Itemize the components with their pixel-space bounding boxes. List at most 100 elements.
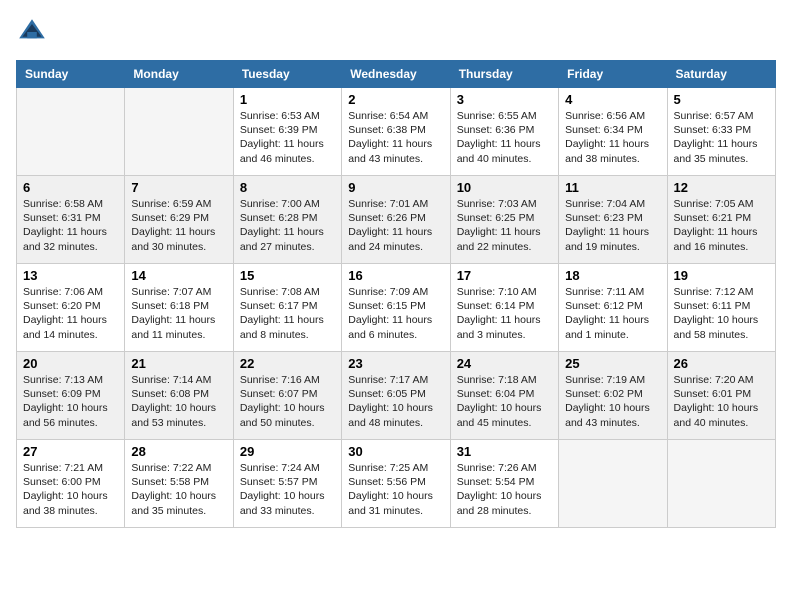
day-number: 14 — [131, 268, 226, 283]
day-number: 15 — [240, 268, 335, 283]
day-info: Sunrise: 7:04 AM Sunset: 6:23 PM Dayligh… — [565, 197, 660, 254]
day-header-saturday: Saturday — [667, 61, 775, 88]
calendar-cell: 15 Sunrise: 7:08 AM Sunset: 6:17 PM Dayli… — [233, 264, 341, 352]
calendar-cell: 6 Sunrise: 6:58 AM Sunset: 6:31 PM Daylig… — [17, 176, 125, 264]
day-header-wednesday: Wednesday — [342, 61, 450, 88]
day-header-friday: Friday — [559, 61, 667, 88]
calendar-cell: 26 Sunrise: 7:20 AM Sunset: 6:01 PM Dayli… — [667, 352, 775, 440]
day-info: Sunrise: 7:13 AM Sunset: 6:09 PM Dayligh… — [23, 373, 118, 430]
calendar-week-5: 27Sunrise: 7:21 AM Sunset: 6:00 PM Dayli… — [17, 440, 776, 528]
day-number: 20 — [23, 356, 118, 371]
calendar-cell: 5 Sunrise: 6:57 AM Sunset: 6:33 PM Daylig… — [667, 88, 775, 176]
day-info: Sunrise: 7:07 AM Sunset: 6:18 PM Dayligh… — [131, 285, 226, 342]
calendar-cell: 20 Sunrise: 7:13 AM Sunset: 6:09 PM Dayli… — [17, 352, 125, 440]
day-info: Sunrise: 7:18 AM Sunset: 6:04 PM Dayligh… — [457, 373, 552, 430]
day-number: 23 — [348, 356, 443, 371]
day-number: 24 — [457, 356, 552, 371]
calendar-cell — [125, 88, 233, 176]
day-number: 10 — [457, 180, 552, 195]
calendar-cell: 22 Sunrise: 7:16 AM Sunset: 6:07 PM Dayli… — [233, 352, 341, 440]
day-info: Sunrise: 6:57 AM Sunset: 6:33 PM Dayligh… — [674, 109, 769, 166]
day-number: 7 — [131, 180, 226, 195]
day-info: Sunrise: 7:22 AM Sunset: 5:58 PM Dayligh… — [131, 461, 226, 518]
day-number: 21 — [131, 356, 226, 371]
day-number: 18 — [565, 268, 660, 283]
calendar-cell: 3 Sunrise: 6:55 AM Sunset: 6:36 PM Daylig… — [450, 88, 558, 176]
calendar-cell: 7 Sunrise: 6:59 AM Sunset: 6:29 PM Daylig… — [125, 176, 233, 264]
day-number: 11 — [565, 180, 660, 195]
page-header — [16, 16, 776, 48]
day-info: Sunrise: 7:19 AM Sunset: 6:02 PM Dayligh… — [565, 373, 660, 430]
calendar-cell — [559, 440, 667, 528]
day-number: 12 — [674, 180, 769, 195]
day-number: 26 — [674, 356, 769, 371]
day-info: Sunrise: 7:20 AM Sunset: 6:01 PM Dayligh… — [674, 373, 769, 430]
day-info: Sunrise: 7:16 AM Sunset: 6:07 PM Dayligh… — [240, 373, 335, 430]
day-number: 25 — [565, 356, 660, 371]
day-number: 3 — [457, 92, 552, 107]
day-info: Sunrise: 7:14 AM Sunset: 6:08 PM Dayligh… — [131, 373, 226, 430]
calendar-cell: 1Sunrise: 6:53 AM Sunset: 6:39 PM Daylig… — [233, 88, 341, 176]
day-info: Sunrise: 7:10 AM Sunset: 6:14 PM Dayligh… — [457, 285, 552, 342]
day-number: 2 — [348, 92, 443, 107]
day-number: 13 — [23, 268, 118, 283]
day-number: 29 — [240, 444, 335, 459]
calendar-cell: 17 Sunrise: 7:10 AM Sunset: 6:14 PM Dayli… — [450, 264, 558, 352]
day-header-sunday: Sunday — [17, 61, 125, 88]
day-info: Sunrise: 7:25 AM Sunset: 5:56 PM Dayligh… — [348, 461, 443, 518]
day-info: Sunrise: 7:11 AM Sunset: 6:12 PM Dayligh… — [565, 285, 660, 342]
day-number: 8 — [240, 180, 335, 195]
day-info: Sunrise: 7:12 AM Sunset: 6:11 PM Dayligh… — [674, 285, 769, 342]
day-info: Sunrise: 6:58 AM Sunset: 6:31 PM Dayligh… — [23, 197, 118, 254]
calendar-cell: 25 Sunrise: 7:19 AM Sunset: 6:02 PM Dayli… — [559, 352, 667, 440]
calendar-week-2: 6 Sunrise: 6:58 AM Sunset: 6:31 PM Daylig… — [17, 176, 776, 264]
calendar-cell: 23Sunrise: 7:17 AM Sunset: 6:05 PM Dayli… — [342, 352, 450, 440]
day-info: Sunrise: 7:09 AM Sunset: 6:15 PM Dayligh… — [348, 285, 443, 342]
calendar-cell: 27Sunrise: 7:21 AM Sunset: 6:00 PM Dayli… — [17, 440, 125, 528]
calendar-week-1: 1Sunrise: 6:53 AM Sunset: 6:39 PM Daylig… — [17, 88, 776, 176]
logo-icon — [16, 16, 48, 48]
day-header-monday: Monday — [125, 61, 233, 88]
day-info: Sunrise: 7:06 AM Sunset: 6:20 PM Dayligh… — [23, 285, 118, 342]
calendar-cell: 13 Sunrise: 7:06 AM Sunset: 6:20 PM Dayli… — [17, 264, 125, 352]
day-info: Sunrise: 7:03 AM Sunset: 6:25 PM Dayligh… — [457, 197, 552, 254]
day-info: Sunrise: 7:24 AM Sunset: 5:57 PM Dayligh… — [240, 461, 335, 518]
day-info: Sunrise: 7:26 AM Sunset: 5:54 PM Dayligh… — [457, 461, 552, 518]
calendar-week-3: 13 Sunrise: 7:06 AM Sunset: 6:20 PM Dayli… — [17, 264, 776, 352]
day-info: Sunrise: 6:59 AM Sunset: 6:29 PM Dayligh… — [131, 197, 226, 254]
day-info: Sunrise: 7:08 AM Sunset: 6:17 PM Dayligh… — [240, 285, 335, 342]
logo — [16, 16, 52, 48]
calendar-cell: 24 Sunrise: 7:18 AM Sunset: 6:04 PM Dayli… — [450, 352, 558, 440]
day-header-tuesday: Tuesday — [233, 61, 341, 88]
calendar-cell: 18 Sunrise: 7:11 AM Sunset: 6:12 PM Dayli… — [559, 264, 667, 352]
day-number: 31 — [457, 444, 552, 459]
day-number: 22 — [240, 356, 335, 371]
calendar-cell: 16 Sunrise: 7:09 AM Sunset: 6:15 PM Dayli… — [342, 264, 450, 352]
calendar-cell: 11 Sunrise: 7:04 AM Sunset: 6:23 PM Dayli… — [559, 176, 667, 264]
calendar-cell: 12 Sunrise: 7:05 AM Sunset: 6:21 PM Dayli… — [667, 176, 775, 264]
day-number: 27 — [23, 444, 118, 459]
day-number: 17 — [457, 268, 552, 283]
day-number: 9 — [348, 180, 443, 195]
day-number: 16 — [348, 268, 443, 283]
calendar-cell — [667, 440, 775, 528]
calendar-cell: 30 Sunrise: 7:25 AM Sunset: 5:56 PM Dayli… — [342, 440, 450, 528]
calendar-cell: 31 Sunrise: 7:26 AM Sunset: 5:54 PM Dayli… — [450, 440, 558, 528]
calendar-cell: 28 Sunrise: 7:22 AM Sunset: 5:58 PM Dayli… — [125, 440, 233, 528]
calendar-cell: 19Sunrise: 7:12 AM Sunset: 6:11 PM Dayli… — [667, 264, 775, 352]
day-number: 28 — [131, 444, 226, 459]
calendar-week-4: 20 Sunrise: 7:13 AM Sunset: 6:09 PM Dayli… — [17, 352, 776, 440]
calendar-cell: 4Sunrise: 6:56 AM Sunset: 6:34 PM Daylig… — [559, 88, 667, 176]
day-number: 1 — [240, 92, 335, 107]
calendar-cell — [17, 88, 125, 176]
day-info: Sunrise: 7:05 AM Sunset: 6:21 PM Dayligh… — [674, 197, 769, 254]
day-number: 5 — [674, 92, 769, 107]
calendar-table: SundayMondayTuesdayWednesdayThursdayFrid… — [16, 60, 776, 528]
day-number: 6 — [23, 180, 118, 195]
day-info: Sunrise: 7:01 AM Sunset: 6:26 PM Dayligh… — [348, 197, 443, 254]
day-info: Sunrise: 6:55 AM Sunset: 6:36 PM Dayligh… — [457, 109, 552, 166]
day-header-thursday: Thursday — [450, 61, 558, 88]
calendar-cell: 29 Sunrise: 7:24 AM Sunset: 5:57 PM Dayli… — [233, 440, 341, 528]
day-number: 30 — [348, 444, 443, 459]
day-number: 4 — [565, 92, 660, 107]
